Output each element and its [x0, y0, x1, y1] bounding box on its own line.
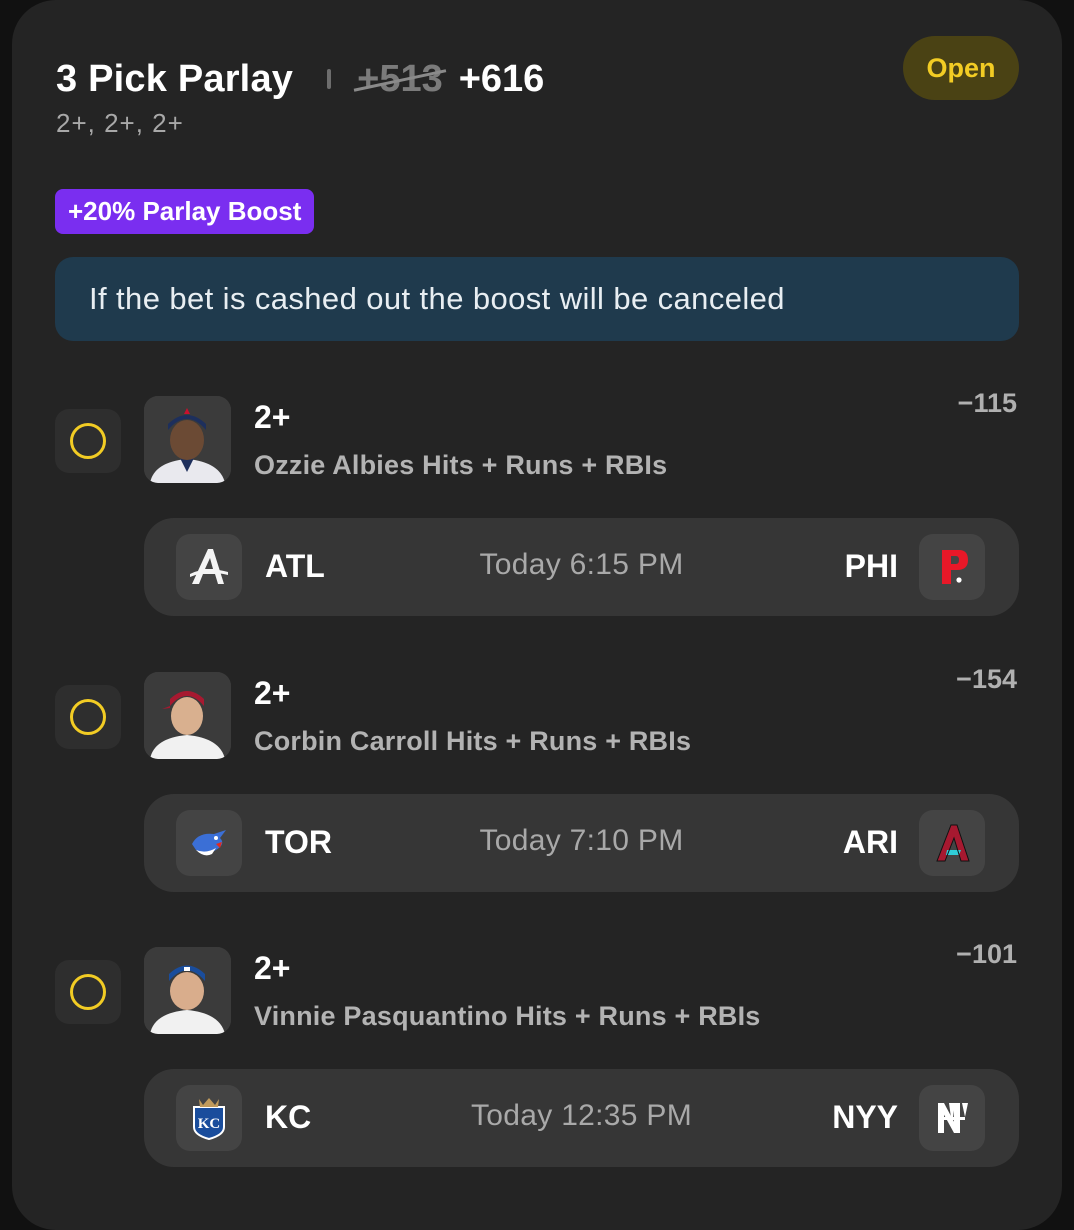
leg-line: 2+: [254, 399, 291, 435]
game-matchup[interactable]: ATL Today 6:15 PM PHI: [144, 518, 1019, 616]
parlay-subtitle: 2+, 2+, 2+: [56, 108, 184, 138]
leg-odds: −115: [957, 388, 1017, 418]
yankees-logo-icon: [919, 1085, 985, 1151]
leg-status-box: [55, 685, 121, 749]
leg-line: 2+: [254, 675, 291, 711]
parlay-leg[interactable]: 2+ Corbin Carroll Hits + Runs + RBIs −15…: [0, 664, 1074, 912]
player-avatar: [144, 947, 231, 1034]
leg-status-box: [55, 960, 121, 1024]
phillies-logo-icon: [919, 534, 985, 600]
pending-circle-icon: [70, 423, 106, 459]
leg-market: Corbin Carroll Hits + Runs + RBIs: [254, 726, 692, 756]
parlay-leg[interactable]: 2+ Ozzie Albies Hits + Runs + RBIs −115 …: [0, 388, 1074, 636]
home-team: PHI: [844, 548, 898, 584]
leg-line: 2+: [254, 950, 291, 986]
boost-notice: If the bet is cashed out the boost will …: [55, 257, 1019, 341]
player-avatar: [144, 672, 231, 759]
parlay-leg[interactable]: 2+ Vinnie Pasquantino Hits + Runs + RBIs…: [0, 939, 1074, 1187]
divider: [327, 69, 332, 89]
leg-market: Vinnie Pasquantino Hits + Runs + RBIs: [254, 1001, 761, 1031]
status-badge: Open: [903, 36, 1019, 100]
boost-notice-text: If the bet is cashed out the boost will …: [89, 281, 785, 316]
home-team: NYY: [832, 1099, 898, 1135]
leg-market: Ozzie Albies Hits + Runs + RBIs: [254, 450, 668, 480]
boosted-odds: +616: [458, 57, 545, 100]
home-team: ARI: [842, 824, 898, 860]
original-odds: +513: [357, 57, 443, 100]
parlay-boost-badge: +20% Parlay Boost: [55, 189, 315, 234]
header-row: 3 Pick Parlay +513 +616: [56, 54, 544, 104]
game-matchup[interactable]: KC KC Today 12:35 PM NYY: [144, 1069, 1019, 1167]
leg-odds: −101: [956, 939, 1017, 969]
leg-odds: −154: [956, 664, 1017, 694]
diamondbacks-logo-icon: [919, 810, 985, 876]
player-avatar: [144, 396, 231, 483]
parlay-title: 3 Pick Parlay: [56, 57, 294, 100]
game-matchup[interactable]: TOR Today 7:10 PM ARI: [144, 794, 1019, 892]
leg-status-box: [55, 409, 121, 473]
pending-circle-icon: [70, 974, 106, 1010]
pending-circle-icon: [70, 699, 106, 735]
